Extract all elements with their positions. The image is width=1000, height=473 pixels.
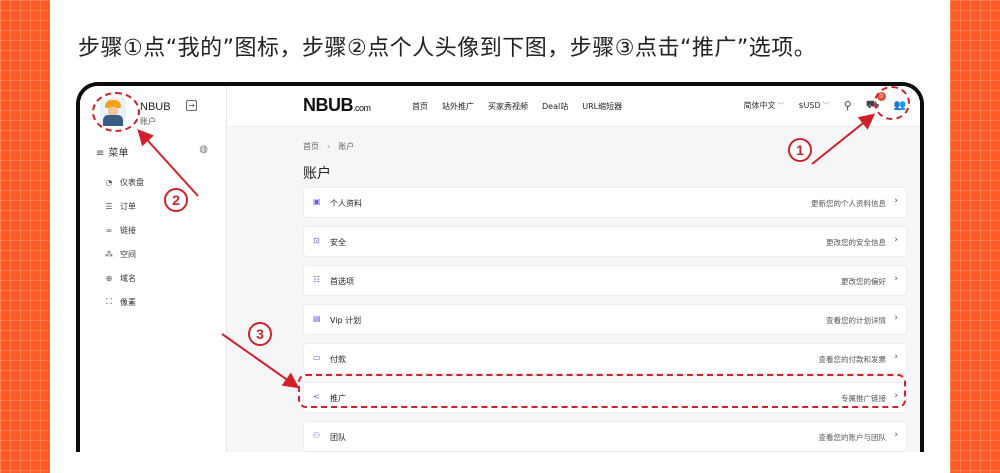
option-team[interactable]: ⚇ 团队 查看您的账户与团队 › [303,421,907,452]
logo-suffix: .com [353,103,371,113]
step2-number: 2 [164,188,188,212]
chevron-right-icon: › [894,430,898,440]
dashboard-icon: ◔ [105,177,113,187]
top-bar: NBUB.com 首页 站外推广 买家秀视频 Deal站 URL缩短器 简体中文… [227,86,920,127]
sidebar-item-label: 订单 [120,201,136,211]
top-nav: 首页 站外推广 买家秀视频 Deal站 URL缩短器 [412,101,622,112]
currency-value: $USD [798,100,821,110]
sidebar-item-spaces[interactable]: ⁂ 空间 [102,242,144,266]
chevron-down-icon: ﹀ [822,101,830,110]
card-icon: ▭ [313,353,321,362]
logout-icon[interactable]: → [186,100,197,111]
sidebar-item-label: 仪表盘 [120,177,144,187]
right-decor-stripe [950,0,1000,473]
currency-select[interactable]: $USD ﹀ [798,101,829,111]
sidebar-item-label: 空间 [120,249,136,259]
option-label: Vip 计划 [330,316,362,325]
brand-name: NBUB [140,101,171,113]
nav-home[interactable]: 首页 [412,101,428,112]
sidebar-item-orders[interactable]: ☰ 订单 [102,194,144,218]
profile-icon: ▣ [313,197,321,206]
chevron-right-icon: › [894,196,898,206]
sidebar-nav: ◔ 仪表盘 ☰ 订单 ∞ 链接 ⁂ 空间 ⊕ 域名 ⛶ 像素 [102,170,144,314]
sidebar-item-label: 链接 [120,225,136,235]
sidebar-item-pixels[interactable]: ⛶ 像素 [102,290,144,314]
logo-text: NBUB [303,95,354,115]
sidebar: NBUB → 账户 ≡ 菜单 ◍ ◔ 仪表盘 ☰ 订单 ∞ 链接 ⁂ 空间 ⊕ 域名 ⛶ 像素 [80,86,227,452]
option-desc: 查看您的付款和发票 [818,355,887,364]
option-desc: 更改您的安全信息 [826,238,886,247]
option-desc: 更新您的个人资料信息 [811,199,886,208]
nav-buyer-videos[interactable]: 买家秀视频 [488,101,528,112]
nav-deal[interactable]: Deal站 [542,101,568,112]
chevron-down-icon: ﹀ [777,102,785,110]
space-icon: ⁂ [105,249,113,259]
search-icon[interactable]: ⚲ [844,99,852,112]
menu-header: ≡ 菜单 ◍ [96,144,216,159]
option-vip-plan[interactable]: ▤ Vip 计划 查看您的计划详情 › [303,304,907,335]
option-desc: 查看您的计划详情 [826,316,886,325]
instruction-text: 步骤①点“我的”图标，步骤②点个人头像到下图，步骤③点击“推广”选项。 [78,36,817,61]
menu-title: 菜单 [108,148,129,159]
link-icon: ∞ [105,225,113,235]
site-logo[interactable]: NBUB.com [303,95,371,116]
chevron-right-icon: › [894,235,898,245]
option-payments[interactable]: ▭ 付款 查看您的付款和发票 › [303,343,907,374]
page-title: 账户 [303,166,331,182]
chevron-right-icon: › [894,352,898,362]
breadcrumb: 首页 › 账户 [303,141,354,152]
sliders-icon: ☷ [313,275,321,284]
option-desc: 查看您的账户与团队 [818,433,887,442]
language-select[interactable]: 简体中文 ﹀ [743,100,784,111]
option-label: 首选项 [330,277,354,286]
calendar-icon: ▤ [313,314,321,323]
nav-promotion[interactable]: 站外推广 [442,101,474,112]
option-label: 付款 [330,355,346,364]
sidebar-item-links[interactable]: ∞ 链接 [102,218,144,242]
breadcrumb-separator-icon: › [327,142,331,151]
language-value: 简体中文 [743,101,776,110]
option-label: 安全 [330,238,346,247]
option-profile[interactable]: ▣ 个人资料 更新您的个人资料信息 › [303,187,907,218]
list-icon: ☰ [105,201,113,211]
step3-highlight [298,374,906,408]
chevron-right-icon: › [894,274,898,284]
option-security[interactable]: ⊡ 安全 更改您的安全信息 › [303,226,907,257]
option-label: 团队 [330,433,346,442]
left-decor-stripe [0,0,50,473]
brand-subtitle: 账户 [140,117,156,126]
breadcrumb-current: 账户 [338,142,355,151]
team-icon: ⚇ [313,431,321,440]
option-desc: 更改您的偏好 [841,277,886,286]
step1-number: 1 [788,138,812,162]
pixel-icon: ⛶ [106,297,112,306]
sidebar-item-dashboard[interactable]: ◔ 仪表盘 [102,170,145,194]
chevron-right-icon: › [894,313,898,323]
breadcrumb-home[interactable]: 首页 [303,142,319,151]
globe-icon: ⊕ [105,273,113,283]
step2-highlight [92,92,140,132]
palette-icon[interactable]: ◍ [199,144,208,155]
nav-url-shortener[interactable]: URL缩短器 [582,101,622,112]
sidebar-item-domains[interactable]: ⊕ 域名 [102,266,144,290]
lock-icon: ⊡ [313,236,320,245]
option-preferences[interactable]: ☷ 首选项 更改您的偏好 › [303,265,907,296]
sidebar-item-label: 像素 [120,297,136,307]
option-label: 个人资料 [330,199,362,208]
step1-highlight [874,86,910,120]
sidebar-item-label: 域名 [120,273,136,283]
account-options: ▣ 个人资料 更新您的个人资料信息 › ⊡ 安全 更改您的安全信息 › ☷ 首选项 更改您的偏好… [303,187,907,452]
step3-number: 3 [248,322,272,346]
menu-icon[interactable]: ≡ [96,148,104,159]
